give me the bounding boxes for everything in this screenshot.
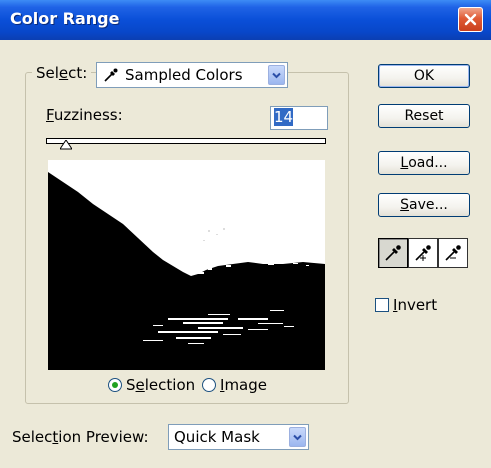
eyedropper-minus-tool[interactable] <box>438 238 468 268</box>
save-button[interactable]: Save... <box>378 193 470 217</box>
radio-selection[interactable]: Selection <box>108 376 195 394</box>
window-title: Color Range <box>10 9 120 28</box>
radio-image-circle[interactable] <box>202 378 216 392</box>
select-dropdown[interactable]: Sampled Colors <box>96 62 288 88</box>
radio-selection-label: Selection <box>126 376 196 394</box>
invert-checkbox-row[interactable]: Invert <box>375 296 437 314</box>
invert-checkbox[interactable] <box>375 298 389 312</box>
eyedropper-tools <box>378 238 468 268</box>
close-button[interactable] <box>458 7 483 32</box>
selection-preview-dropdown-arrow[interactable] <box>289 427 306 447</box>
eyedropper-icon <box>385 245 401 261</box>
select-dropdown-arrow[interactable] <box>268 65 285 85</box>
eyedropper-icon <box>104 68 118 82</box>
ok-button[interactable]: OK <box>378 64 470 88</box>
selection-preview-label: Selection Preview: <box>12 428 149 446</box>
eyedropper-plus-tool[interactable] <box>408 238 438 268</box>
fuzziness-input[interactable]: 14 <box>270 106 328 130</box>
fuzziness-label: Fuzziness: <box>46 106 123 124</box>
eyedropper-tool[interactable] <box>378 238 408 268</box>
eyedropper-plus-icon <box>415 245 431 261</box>
selection-preview-image <box>48 160 325 370</box>
chevron-down-icon <box>293 434 302 440</box>
radio-selection-circle[interactable] <box>108 378 122 392</box>
select-value: Sampled Colors <box>125 66 243 84</box>
selection-preview-dropdown[interactable]: Quick Mask <box>168 424 309 450</box>
radio-image-label: Image <box>220 376 267 394</box>
radio-image[interactable]: Image <box>202 376 267 394</box>
select-label: Select: <box>32 64 92 82</box>
load-button[interactable]: Load... <box>378 151 470 175</box>
fuzziness-slider[interactable] <box>46 138 326 144</box>
reset-button[interactable]: Reset <box>378 104 470 128</box>
fuzziness-slider-thumb[interactable] <box>58 139 73 150</box>
eyedropper-minus-icon <box>445 245 461 261</box>
chevron-down-icon <box>272 72 281 78</box>
invert-label: Invert <box>393 296 438 314</box>
close-icon <box>464 13 477 26</box>
selection-preview-value: Quick Mask <box>174 428 260 446</box>
radio-selected-dot <box>112 382 118 388</box>
